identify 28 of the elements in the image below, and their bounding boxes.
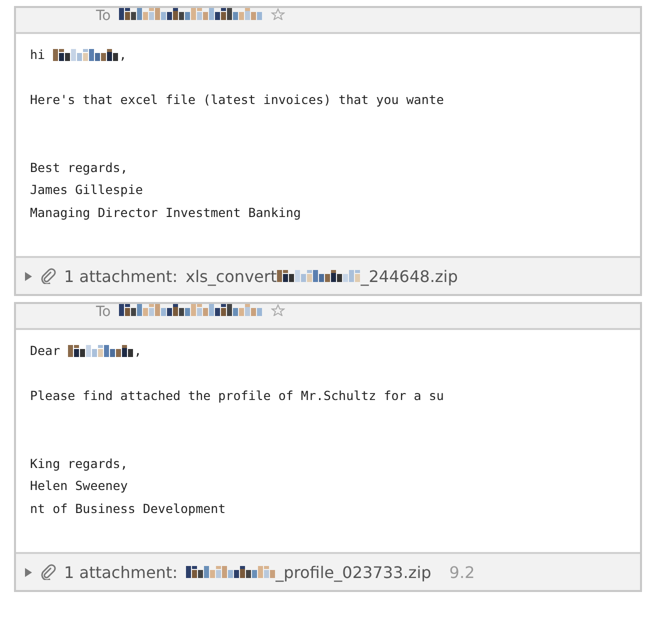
star-icon[interactable] bbox=[270, 8, 285, 20]
comma-text: , bbox=[119, 46, 127, 64]
file-size: 9.2 bbox=[449, 562, 475, 582]
message-line: Please find attached the profile of Mr.Schultz for a su bbox=[30, 387, 445, 405]
redacted-text bbox=[68, 345, 134, 358]
comma-text: , bbox=[134, 342, 142, 360]
redacted-text bbox=[53, 49, 120, 62]
file-name-text[interactable]: _244648.zip bbox=[360, 266, 458, 286]
paperclip-icon bbox=[40, 268, 56, 284]
file-name-text[interactable]: _profile_023733.zip bbox=[276, 562, 432, 582]
to-label: To bbox=[96, 304, 111, 321]
signature-line: Helen Sweeney bbox=[30, 477, 129, 495]
signature-line: nt of Business Development bbox=[30, 500, 227, 518]
star-icon[interactable] bbox=[270, 304, 285, 316]
signature-line: James Gillespie bbox=[30, 181, 144, 199]
expand-icon[interactable] bbox=[24, 568, 32, 576]
paperclip-icon bbox=[40, 564, 56, 580]
signature-line: Managing Director Investment Banking bbox=[30, 204, 302, 222]
attachment-count: 1 attachment: bbox=[64, 562, 178, 582]
file-name-text[interactable]: xls_convert bbox=[186, 266, 277, 286]
signature-line: Best regards, bbox=[30, 158, 129, 177]
expand-icon[interactable] bbox=[24, 272, 32, 280]
signature-line: King regards, bbox=[30, 454, 129, 473]
greeting-text: hi bbox=[30, 46, 46, 64]
to-label: To bbox=[96, 8, 111, 25]
message-line: Here's that excel file (latest invoices) that you wante bbox=[30, 91, 445, 109]
attachment-count: 1 attachment: bbox=[64, 266, 178, 286]
greeting-text: Dear bbox=[30, 342, 60, 360]
